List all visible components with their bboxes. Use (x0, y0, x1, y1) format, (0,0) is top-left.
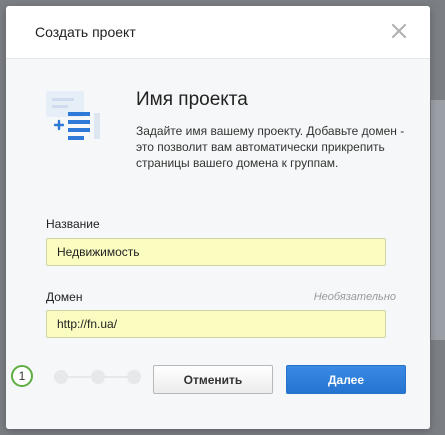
optional-hint: Необязательно (313, 291, 396, 303)
intro-heading: Имя проекта (136, 89, 248, 110)
step-indicator: 1 (11, 363, 161, 393)
dialog-header: Создать проект (6, 6, 430, 59)
dialog-body: Имя проекта Задайте имя вашему проекту. … (6, 59, 430, 429)
cancel-button[interactable]: Отменить (153, 365, 273, 394)
close-icon[interactable] (390, 22, 408, 40)
step-dot-2 (54, 370, 68, 384)
project-list-icon (46, 89, 102, 141)
create-project-dialog: Создать проект Имя проекта Задайте имя в… (6, 6, 430, 429)
domain-input[interactable] (46, 310, 386, 338)
background-panel (431, 100, 445, 340)
intro-description: Задайте имя вашему проекту. Добавьте дом… (136, 124, 405, 170)
dialog-title: Создать проект (35, 24, 136, 40)
next-button[interactable]: Далее (286, 365, 406, 394)
domain-field-label: Домен (46, 290, 83, 304)
name-field-label: Название (46, 217, 100, 231)
step-dot-3 (91, 370, 105, 384)
step-dot-4 (127, 370, 141, 384)
project-name-input[interactable] (46, 238, 386, 266)
step-current: 1 (11, 365, 33, 387)
